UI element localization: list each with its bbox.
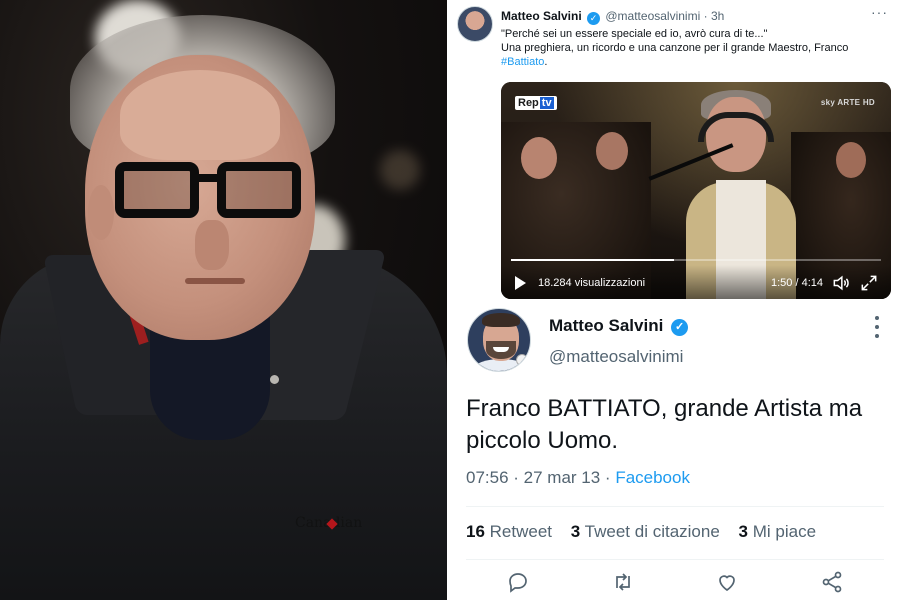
ear [88,185,114,240]
tweet-text-line2: Una preghiera, un ricordo e una canzone … [501,42,849,54]
divider [466,559,884,560]
engagement-stats: 16 Retweet 3 Tweet di citazione 3 Mi pia… [466,522,830,542]
tweet-meta: 07:56 · 27 mar 13 · Facebook [466,468,690,488]
video-time: 1:50 / 4:14 [771,277,823,289]
glasses-lens-right [217,162,301,218]
author-name-row: Matteo Salvini ✓ [549,316,689,336]
reptv-logo-tv: tv [539,97,554,109]
mouth [185,278,245,284]
forehead [120,70,280,160]
author-handle[interactable]: @matteosalvinimi [549,347,683,367]
video-musician-face [521,137,557,179]
author-handle[interactable]: @matteosalvinimi [605,9,700,23]
reptv-logo-main: Rep [518,97,539,109]
tweet-source[interactable]: Facebook [615,468,690,487]
time-separator: · [703,9,708,23]
video-musician-face [596,132,628,170]
more-options-icon[interactable] [874,316,880,338]
tweet-text: "Perché sei un essere speciale ed io, av… [501,27,891,69]
retweet-count: 16 [466,522,485,541]
more-options-icon[interactable]: ··· [871,4,888,20]
bokeh-light [380,150,420,190]
fullscreen-icon[interactable] [859,273,879,293]
likes-stat[interactable]: 3 Mi piace [739,522,817,541]
avatar-hair [482,313,520,327]
video-controls: 18.284 visualizzazioni 1:50 / 4:14 [501,265,891,299]
zipper-pull [270,375,279,384]
avatar-smile [493,347,509,352]
quote-tweet-stat[interactable]: 3 Tweet di citazione [571,522,720,541]
video-progress-fill [511,259,674,261]
divider [466,506,884,507]
author-name[interactable]: Matteo Salvini [549,316,663,335]
play-icon[interactable] [515,276,526,290]
likes-label: Mi piace [752,522,817,541]
view-count: 18.284 visualizzazioni [538,277,646,289]
tweet-text-line1: "Perché sei un essere speciale ed io, av… [501,28,768,40]
tweet-timestamp[interactable]: 07:56 · 27 mar 13 · [466,468,615,487]
volume-icon[interactable] [831,273,851,293]
verified-badge-icon: ✓ [671,319,689,336]
reptv-logo: Rep tv [515,96,557,110]
video-musician-face [836,142,866,178]
main-tweet[interactable]: Matteo Salvini ✓ @matteosalvinimi Franco… [451,300,900,600]
retweet-icon[interactable] [611,570,635,594]
battiato-photo: Canadian [0,0,447,600]
likes-count: 3 [738,522,748,541]
top-tweet[interactable]: Matteo Salvini ✓ @matteosalvinimi · 3h ·… [451,0,900,305]
video-player[interactable]: Rep tv sky ARTE HD 18.284 visualizzazioni… [501,82,891,299]
quote-count: 3 [570,522,581,541]
tweet-actions [466,570,884,600]
reply-icon[interactable] [506,570,530,594]
tweet-header: Matteo Salvini ✓ @matteosalvinimi · 3h [501,9,724,25]
tweet-text: Franco BATTIATO, grande Artista ma picco… [466,395,863,454]
glasses [115,162,305,220]
tweet-time[interactable]: 3h [711,9,724,23]
nose [195,220,229,270]
avatar[interactable] [457,6,493,42]
glasses-lens-left [115,162,199,218]
avatar-pin [516,354,528,366]
retweet-label: Retweet [489,522,553,541]
share-icon[interactable] [820,570,844,594]
quote-label: Tweet di citazione [584,522,720,541]
retweet-stat[interactable]: 16 Retweet [466,522,552,541]
video-progress-bar[interactable] [511,259,881,261]
avatar[interactable] [467,308,531,372]
channel-logo: sky ARTE HD [820,98,875,107]
hashtag-link[interactable]: #Battiato [501,56,544,68]
tweet-text-end: . [544,56,548,68]
verified-badge-icon: ✓ [587,12,601,25]
like-icon[interactable] [715,570,739,594]
author-name[interactable]: Matteo Salvini [501,9,582,23]
